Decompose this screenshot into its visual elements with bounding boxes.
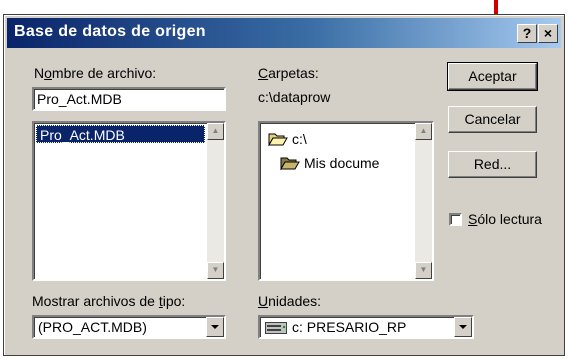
file-list[interactable]: Pro_Act.MDB ▲ ▼	[32, 121, 226, 281]
chevron-down-icon[interactable]	[206, 317, 224, 337]
hard-drive-icon	[265, 322, 287, 334]
scroll-down-button[interactable]: ▼	[207, 262, 224, 279]
scroll-up-button[interactable]: ▲	[207, 123, 224, 140]
file-name-input[interactable]: Pro_Act.MDB	[32, 87, 226, 111]
folder-tree[interactable]: c:\ Mis docume ▲ ▼	[258, 121, 434, 281]
title-bar[interactable]: Base de datos de origen ? ×	[7, 18, 561, 48]
open-folder-icon	[268, 133, 288, 146]
list-item[interactable]: Pro_Act.MDB	[36, 125, 205, 143]
drives-label: Unidades:	[258, 293, 322, 309]
folder-item-root[interactable]: c:\	[268, 131, 307, 147]
close-button[interactable]: ×	[538, 24, 558, 43]
dialog-title: Base de datos de origen	[14, 23, 206, 40]
help-button[interactable]: ?	[517, 24, 537, 43]
folder-item-documents[interactable]: Mis docume	[280, 155, 379, 171]
drives-select[interactable]: c: PRESARIO_RP	[258, 315, 474, 339]
source-database-dialog: Base de datos de origen ? × Nombre de ar…	[3, 14, 565, 356]
network-button[interactable]: Red...	[448, 151, 537, 178]
chevron-down-icon[interactable]	[454, 317, 472, 337]
network-label: Red...	[473, 156, 512, 172]
folder-tree-scrollbar[interactable]: ▲ ▼	[415, 123, 432, 279]
accept-button[interactable]: Aceptar	[447, 62, 538, 91]
read-only-checkbox[interactable]	[449, 213, 462, 226]
scroll-up-button[interactable]: ▲	[415, 123, 432, 140]
file-type-select[interactable]: (PRO_ACT.MDB)	[32, 315, 226, 339]
file-name-value: Pro_Act.MDB	[37, 91, 122, 107]
cancel-label: Cancelar	[464, 111, 521, 127]
file-type-label: Mostrar archivos de tipo:	[32, 293, 186, 309]
drives-value: c: PRESARIO_RP	[292, 319, 407, 335]
file-name-label: Nombre de archivo:	[34, 65, 157, 81]
current-path: c:\dataprow	[258, 89, 331, 105]
folder-item-label: Mis docume	[304, 155, 380, 171]
folders-label: Carpetas:	[258, 65, 319, 81]
cancel-button[interactable]: Cancelar	[448, 106, 537, 133]
folder-item-label: c:\	[292, 131, 307, 147]
scroll-down-button[interactable]: ▼	[415, 262, 432, 279]
file-type-value: (PRO_ACT.MDB)	[38, 319, 147, 335]
accept-label: Aceptar	[468, 68, 517, 84]
folder-icon	[280, 157, 300, 170]
file-list-scrollbar[interactable]: ▲ ▼	[207, 123, 224, 279]
read-only-label[interactable]: Sólo lectura	[468, 211, 542, 227]
